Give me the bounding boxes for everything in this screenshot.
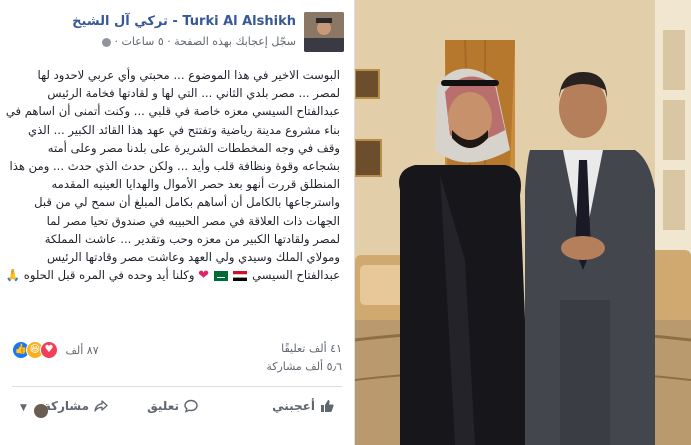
post-line-last: عبدالفتاح السيسي ❤ وكلنا أيد وحده في الم…: [6, 266, 340, 285]
heart-icon: ❤: [198, 268, 210, 284]
post-line: ومولاي الملك وسيدي ولي العهد وعاشت مصر و…: [47, 250, 340, 265]
post-line: المنطلق قررت أنهو بعد حصر الأموال والهدا…: [51, 177, 340, 192]
facebook-post: Turki Al Alshikh - تركي آل الشيخ سجّل إع…: [0, 0, 355, 445]
share-button[interactable]: مشاركة: [44, 399, 108, 413]
post-line: واسترجاعها بالكامل أن أساهم بكامل المبلغ…: [34, 195, 340, 210]
post-line: عبدالفتاح السيسي معزه خاصة في قلبي ... و…: [5, 104, 340, 119]
shares-count[interactable]: ٥٫٦ ألف مشاركة: [266, 360, 342, 373]
post-photo[interactable]: [355, 0, 691, 445]
post-line: بشجاعه وقوة ونظافة قلب وأيد ... ولكن حدث…: [9, 159, 340, 174]
post-actions: أعجبني تعليق مشاركة ▼: [8, 393, 346, 429]
globe-icon: [102, 37, 112, 47]
share-arrow-icon: [94, 399, 108, 413]
post-line-last-tail: وكلنا أيد وحده في المره قبل الحلوه: [23, 268, 195, 283]
chevron-down-icon[interactable]: ▼: [20, 403, 27, 413]
post-line: لمصر ... مصر بلدي الثاني ... التي لها و …: [47, 86, 340, 101]
post-header: Turki Al Alshikh - تركي آل الشيخ سجّل إع…: [10, 10, 344, 58]
post-stats: 👍 😆 ♥ ٨٧ ألف ٤١ ألف تعليقًا ٥٫٦ ألف مشاركة: [12, 340, 342, 380]
page-avatar-selector[interactable]: [34, 404, 48, 418]
divider: [12, 386, 342, 387]
saudi-flag-icon: [213, 270, 228, 281]
post-line: لمصر ولقادتها الكبير من معزه وحب وتقدير …: [44, 231, 340, 246]
post-line: بناء مشروع مدينة رياضية وتفتتح في عهد هذ…: [28, 122, 340, 137]
post-line-last-text: عبدالفتاح السيسي: [252, 268, 340, 283]
egypt-flag-icon: [233, 270, 248, 281]
comment-button[interactable]: تعليق: [147, 399, 198, 413]
reactions-count: ٨٧ ألف: [65, 343, 99, 357]
pray-icon: 🙏: [5, 268, 21, 283]
post-text: البوست الاخير في هذا الموضوع ... محبتي و…: [5, 66, 340, 285]
love-reaction-icon: ♥: [40, 341, 58, 359]
screenshot: Turki Al Alshikh - تركي آل الشيخ سجّل إع…: [0, 0, 691, 445]
author-avatar[interactable]: [304, 12, 344, 52]
comment-label: تعليق: [147, 399, 179, 413]
author-name[interactable]: Turki Al Alshikh - تركي آل الشيخ: [72, 14, 296, 29]
post-line: البوست الاخير في هذا الموضوع ... محبتي و…: [37, 68, 340, 82]
comments-count[interactable]: ٤١ ألف تعليقًا: [281, 342, 342, 355]
share-label: مشاركة: [43, 399, 89, 413]
thumbs-up-icon: [320, 399, 334, 413]
photo-illustration: [355, 0, 691, 445]
post-meta: سجّل إعجابك بهذه الصفحة · ٥ ساعات ·: [99, 35, 296, 48]
post-line: وقف في وجه المخططات الشريرة على بلدنا مص…: [47, 140, 340, 155]
post-meta-text: سجّل إعجابك بهذه الصفحة · ٥ ساعات ·: [114, 35, 296, 48]
speech-bubble-icon: [184, 399, 198, 413]
reactions-summary[interactable]: 👍 😆 ♥ ٨٧ ألف: [12, 341, 99, 359]
like-button[interactable]: أعجبني: [272, 399, 334, 413]
post-line: الجهات ذات العلاقة في مصر الحبيبه في صند…: [46, 213, 340, 228]
like-label: أعجبني: [272, 399, 315, 413]
